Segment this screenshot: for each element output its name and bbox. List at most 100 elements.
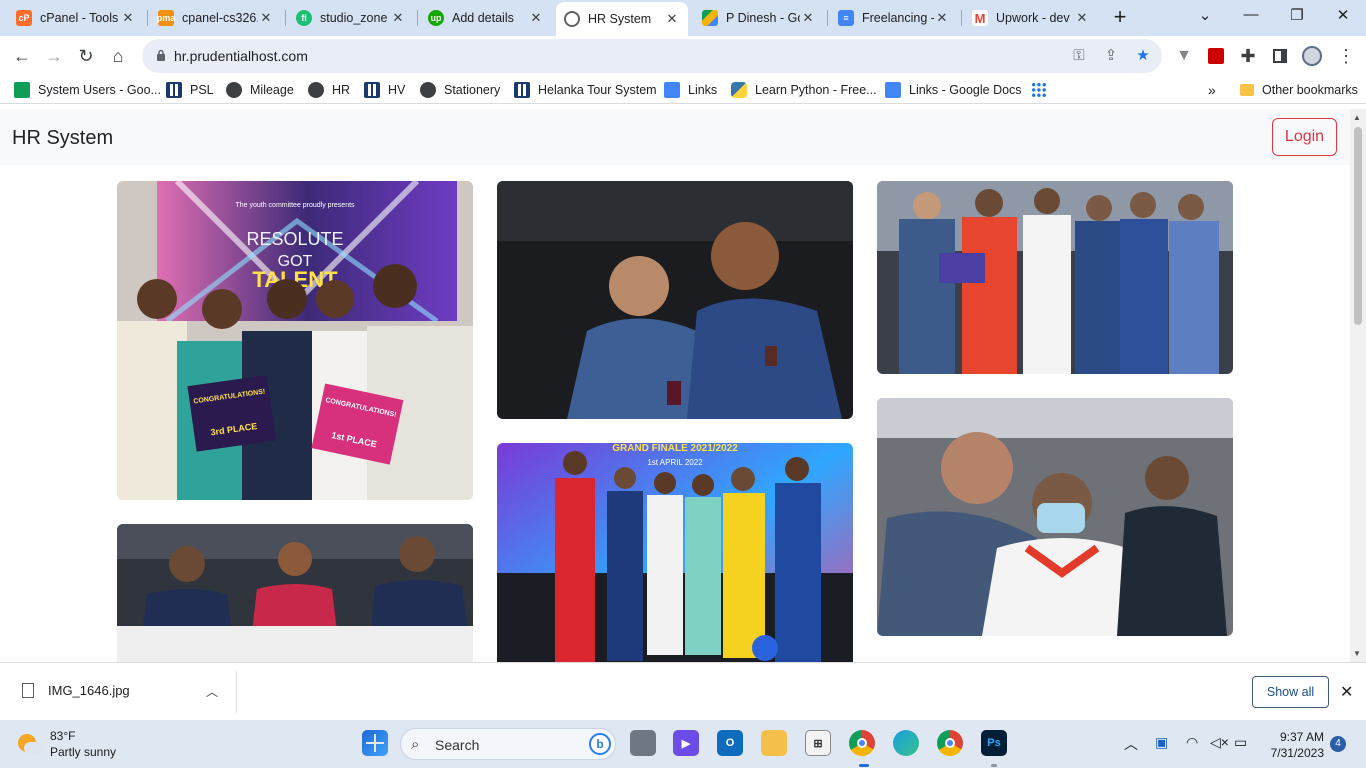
close-icon[interactable]: ✕: [934, 10, 950, 26]
close-icon[interactable]: ✕: [1074, 10, 1090, 26]
side-panel-icon[interactable]: [1268, 44, 1292, 68]
bookmark-links-google-docs[interactable]: Links - Google Docs: [885, 80, 1022, 100]
gallery-photo-talent-show[interactable]: The youth committee proudly presents RES…: [117, 181, 473, 500]
forward-button[interactable]: →: [42, 44, 66, 68]
login-button[interactable]: Login: [1272, 118, 1337, 156]
tab-hr-system[interactable]: HR System ✕: [556, 2, 688, 36]
site-brand[interactable]: HR System: [12, 127, 113, 150]
bookmark-label: System Users - Goo...: [38, 83, 161, 97]
bookmark-star-icon[interactable]: ★: [1134, 47, 1152, 65]
scroll-up-arrow-icon[interactable]: ▲: [1353, 113, 1361, 122]
teams-chat-icon[interactable]: ▶: [673, 730, 699, 756]
wifi-icon[interactable]: ◠: [1186, 734, 1198, 751]
windows-start-icon[interactable]: [362, 730, 388, 756]
tab-upwork-gmail[interactable]: M Upwork - dev ✕: [964, 4, 1098, 32]
close-icon[interactable]: ✕: [800, 10, 816, 26]
close-icon[interactable]: ✕: [664, 11, 680, 27]
grid-icon: [364, 82, 380, 98]
show-all-button[interactable]: Show all: [1252, 676, 1329, 708]
new-tab-button[interactable]: +: [1108, 6, 1132, 30]
other-bookmarks[interactable]: Other bookmarks: [1240, 80, 1358, 100]
share-icon[interactable]: ⇪: [1102, 47, 1120, 65]
bookmark-hr[interactable]: HR: [308, 80, 350, 100]
windows-taskbar: 83°F Partly sunny ⌕ Search b ▶ O ⊞ Ps ︿ …: [0, 720, 1366, 768]
system-clock[interactable]: 9:37 AM 7/31/2023: [1262, 729, 1324, 761]
tab-title: cpanel-cs326.: [182, 11, 258, 25]
gallery-photo-grand-finale[interactable]: GRAND FINALE 2021/2022 1st APRIL 2022: [497, 443, 853, 662]
weather-widget[interactable]: 83°F Partly sunny: [16, 728, 116, 760]
photoshop-icon[interactable]: Ps: [981, 730, 1007, 756]
close-icon[interactable]: ✕: [390, 10, 406, 26]
scroll-down-arrow-icon[interactable]: ▼: [1353, 649, 1361, 658]
notification-badge[interactable]: 4: [1330, 736, 1346, 752]
google-docs-icon: [664, 82, 680, 98]
home-button[interactable]: ⌂: [106, 44, 130, 68]
battery-icon[interactable]: ▭: [1234, 734, 1247, 751]
bookmark-label: Links - Google Docs: [909, 83, 1022, 97]
extensions-puzzle-icon[interactable]: ✚: [1236, 44, 1260, 68]
bookmark-mileage[interactable]: Mileage: [226, 80, 294, 100]
tab-studio-zone[interactable]: fi studio_zone | ✕: [288, 4, 414, 32]
taskbar-search[interactable]: ⌕ Search b: [400, 728, 616, 760]
tab-phpmyadmin[interactable]: pma cpanel-cs326. ✕: [150, 4, 282, 32]
address-bar[interactable]: hr.prudentialhost.com ⚿ ⇪ ★: [142, 39, 1162, 73]
vpn-extension-icon[interactable]: ▼: [1172, 44, 1196, 68]
apps-grid-icon[interactable]: [1031, 80, 1055, 100]
banner-subtitle: The youth committee proudly presents: [235, 202, 355, 209]
download-item[interactable]: IMG_1646.jpg: [22, 683, 130, 698]
bookmark-label: HV: [388, 83, 406, 97]
window-close-button[interactable]: ✕: [1328, 6, 1358, 28]
outlook-icon[interactable]: O: [717, 730, 743, 756]
bookmark-links[interactable]: Links: [664, 80, 717, 100]
volume-muted-icon[interactable]: ◁×: [1210, 734, 1229, 751]
tab-search-chevron-icon[interactable]: ⌄: [1190, 6, 1220, 28]
close-icon[interactable]: ✕: [1340, 682, 1353, 702]
tab-title: HR System: [588, 12, 652, 26]
key-icon[interactable]: ⚿: [1070, 47, 1088, 65]
close-icon[interactable]: ✕: [120, 10, 136, 26]
weather-temperature: 83°F: [50, 729, 76, 743]
more-bookmarks-chevron-icon[interactable]: »: [1208, 80, 1216, 100]
tab-add-details[interactable]: up Add details ✕: [420, 4, 552, 32]
restore-button[interactable]: ❐: [1282, 6, 1312, 28]
tab-freelancing[interactable]: ≡ Freelancing - ✕: [830, 4, 958, 32]
tab-divider: [147, 10, 148, 26]
tray-app-icon[interactable]: ▣: [1155, 734, 1168, 751]
back-button[interactable]: ←: [10, 44, 34, 68]
task-view-icon[interactable]: [630, 730, 656, 756]
profile-avatar[interactable]: [1300, 44, 1324, 68]
scrollbar-thumb[interactable]: [1354, 127, 1362, 325]
close-icon[interactable]: ✕: [528, 10, 544, 26]
bookmark-stationery[interactable]: Stationery: [420, 80, 500, 100]
tab-divider: [827, 10, 828, 26]
gmail-icon: M: [972, 10, 988, 26]
close-icon[interactable]: ✕: [258, 10, 274, 26]
gallery-photo-judges[interactable]: [117, 524, 473, 662]
google-sheets-icon: [14, 82, 30, 98]
file-explorer-icon[interactable]: [761, 730, 787, 756]
edge-icon[interactable]: [893, 730, 919, 756]
page-scrollbar[interactable]: ▲ ▼: [1350, 109, 1366, 662]
chevron-up-icon[interactable]: ︿: [206, 683, 218, 700]
bookmark-helanka[interactable]: Helanka Tour System: [514, 80, 657, 100]
minimize-button[interactable]: —: [1236, 6, 1266, 28]
microsoft-store-icon[interactable]: ⊞: [805, 730, 831, 756]
bookmark-hv[interactable]: HV: [364, 80, 405, 100]
bing-icon[interactable]: b: [589, 733, 611, 755]
gallery-photo-award-presentation[interactable]: [877, 181, 1233, 374]
gallery-photo-audience[interactable]: [877, 398, 1233, 636]
chrome-profile-icon[interactable]: [937, 730, 963, 756]
tab-drive[interactable]: P Dinesh - Go ✕: [694, 4, 824, 32]
gallery-photo-toast[interactable]: [497, 181, 853, 419]
bookmark-system-users[interactable]: System Users - Goo...: [14, 80, 161, 100]
globe-icon: [564, 11, 580, 27]
tab-divider: [285, 10, 286, 26]
menu-kebab-icon[interactable]: ⋮: [1334, 44, 1358, 68]
bookmark-learn-python[interactable]: Learn Python - Free...: [731, 80, 877, 100]
bookmark-psl[interactable]: PSL: [166, 80, 214, 100]
tab-cpanel[interactable]: cP cPanel - Tools ✕: [8, 4, 144, 32]
chrome-icon[interactable]: [849, 730, 875, 756]
tray-overflow-chevron-icon[interactable]: ︿: [1124, 734, 1138, 754]
reload-button[interactable]: ↻: [74, 44, 98, 68]
pdf-extension-icon[interactable]: [1204, 44, 1228, 68]
